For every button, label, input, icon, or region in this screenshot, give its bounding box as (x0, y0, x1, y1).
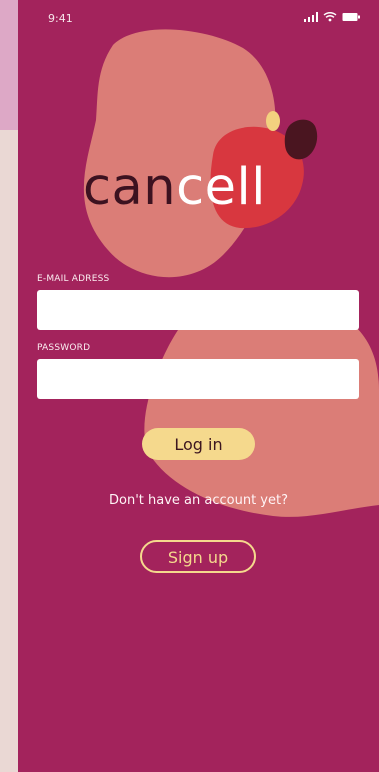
logo-text-cell: cell (176, 158, 266, 217)
password-field[interactable] (37, 359, 359, 399)
app-logo: cancell (83, 160, 313, 230)
status-icons (304, 12, 361, 22)
email-field[interactable] (37, 290, 359, 330)
background-decoration (0, 0, 20, 130)
battery-icon (342, 13, 360, 21)
signal-bars-icon (304, 12, 318, 22)
phone-screen: 9:41 cancell E-MAIL ADRESS PASSWORD Log … (18, 0, 379, 772)
status-bar: 9:41 (18, 0, 379, 40)
login-button[interactable]: Log in (142, 428, 255, 460)
wifi-icon (323, 12, 337, 22)
status-time: 9:41 (48, 12, 73, 25)
signup-button[interactable]: Sign up (140, 540, 256, 573)
password-label: PASSWORD (37, 343, 91, 353)
email-label: E-MAIL ADRESS (37, 274, 110, 284)
logo-text-can: can (83, 158, 177, 217)
no-account-text: Don't have an account yet? (109, 493, 288, 508)
